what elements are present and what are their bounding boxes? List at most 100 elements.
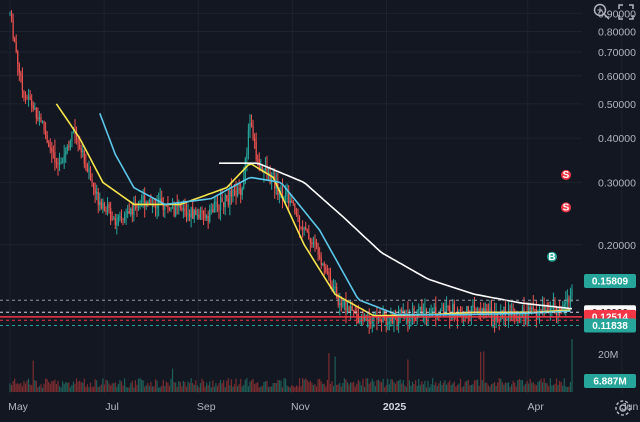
volume-bar bbox=[357, 379, 359, 392]
volume-bar bbox=[535, 385, 537, 392]
volume-bar bbox=[267, 386, 270, 392]
volume-bar bbox=[371, 378, 373, 392]
candle-body bbox=[46, 135, 48, 143]
candle-body bbox=[178, 205, 180, 207]
volume-bar bbox=[181, 386, 183, 392]
candle-body bbox=[69, 140, 71, 148]
volume-bar bbox=[144, 386, 146, 392]
candle-body bbox=[357, 314, 359, 324]
volume-bar bbox=[68, 382, 70, 392]
fullscreen-icon[interactable] bbox=[616, 2, 636, 22]
candle-body bbox=[71, 131, 73, 141]
candle-body bbox=[38, 117, 41, 120]
candle-body bbox=[122, 218, 124, 220]
volume-bar bbox=[455, 386, 457, 392]
zoom-icon[interactable] bbox=[592, 2, 612, 22]
volume-bar bbox=[490, 384, 493, 392]
time-axis[interactable]: MayJulSepNov2025AprJunAugOc bbox=[8, 401, 640, 413]
candle-body bbox=[85, 164, 87, 166]
candle-body bbox=[291, 200, 293, 202]
volume-bar bbox=[223, 380, 225, 392]
volume-bar bbox=[360, 385, 363, 392]
candle-body bbox=[41, 121, 44, 123]
candle-body bbox=[55, 162, 58, 164]
candle-body bbox=[255, 141, 257, 160]
volume-bar bbox=[85, 386, 87, 392]
volume-bar bbox=[481, 380, 483, 392]
volume-bar bbox=[274, 382, 276, 392]
volume-bar bbox=[322, 384, 324, 392]
volume-bar bbox=[12, 381, 14, 392]
candle-body bbox=[142, 195, 144, 201]
candle-body bbox=[62, 161, 64, 163]
volume-bar bbox=[264, 381, 267, 392]
volume-bar bbox=[62, 381, 64, 392]
volume-bar bbox=[41, 387, 44, 392]
candle-body bbox=[127, 211, 129, 214]
candle-body bbox=[80, 148, 82, 153]
volume-bar bbox=[365, 378, 367, 392]
candle-body bbox=[308, 231, 310, 240]
candle-body bbox=[110, 208, 112, 220]
candle-body bbox=[339, 303, 341, 305]
candle-body bbox=[432, 308, 434, 310]
volume-bars bbox=[9, 339, 573, 392]
volume-bar bbox=[165, 381, 167, 392]
volume-bar bbox=[362, 378, 364, 392]
candle-body bbox=[453, 303, 455, 314]
volume-bar bbox=[212, 380, 214, 392]
candle-body bbox=[31, 99, 33, 106]
volume-bar bbox=[493, 381, 496, 392]
volume-bar bbox=[158, 387, 160, 392]
volume-bar bbox=[151, 386, 154, 392]
volume-bar bbox=[32, 360, 34, 392]
volume-bar bbox=[399, 379, 401, 392]
volume-bar bbox=[159, 387, 161, 392]
volume-bar bbox=[60, 387, 62, 392]
candle-body bbox=[68, 146, 70, 148]
candle-body bbox=[65, 150, 67, 156]
candle-body bbox=[27, 96, 30, 98]
volume-bar bbox=[261, 385, 263, 392]
candle-body bbox=[284, 191, 287, 197]
candle-body bbox=[45, 130, 47, 136]
candle-body bbox=[213, 202, 215, 212]
volume-bar bbox=[325, 386, 327, 392]
volume-bar bbox=[196, 385, 198, 392]
candle-body bbox=[219, 197, 222, 211]
candle-body bbox=[17, 51, 19, 64]
volume-bar bbox=[29, 384, 31, 392]
candle-body bbox=[230, 190, 232, 197]
volume-bar bbox=[168, 385, 171, 392]
volume-bar bbox=[302, 378, 304, 392]
volume-bar bbox=[398, 380, 400, 392]
volume-bar bbox=[260, 386, 262, 392]
volume-bar bbox=[71, 384, 73, 392]
volume-bar bbox=[147, 382, 149, 392]
volume-bar bbox=[272, 383, 274, 392]
settings-gear-icon[interactable] bbox=[614, 399, 632, 417]
candle-body bbox=[518, 317, 520, 319]
volume-bar bbox=[551, 385, 553, 392]
volume-bar bbox=[176, 386, 178, 392]
candle-body bbox=[264, 168, 267, 171]
price-chart[interactable]: SSB 0.900000.800000.700000.600000.500000… bbox=[0, 0, 640, 421]
volume-bar bbox=[134, 380, 137, 392]
candle-body bbox=[117, 216, 119, 223]
volume-bar bbox=[356, 383, 358, 392]
volume-bar bbox=[359, 381, 361, 392]
y-tick-label: 0.80000 bbox=[598, 27, 636, 39]
candle-body bbox=[131, 208, 133, 215]
volume-bar bbox=[334, 356, 336, 392]
volume-bar bbox=[326, 379, 328, 392]
volume-bar bbox=[45, 378, 47, 392]
candle-body bbox=[467, 306, 469, 315]
candle-body bbox=[49, 146, 51, 149]
volume-bar bbox=[116, 386, 118, 392]
volume-bar bbox=[244, 379, 246, 392]
volume-bar bbox=[520, 379, 522, 392]
volume-bar bbox=[97, 387, 99, 392]
candle-body bbox=[91, 178, 93, 183]
y-tick-label: 0.70000 bbox=[598, 47, 636, 59]
candle-body bbox=[136, 205, 138, 208]
